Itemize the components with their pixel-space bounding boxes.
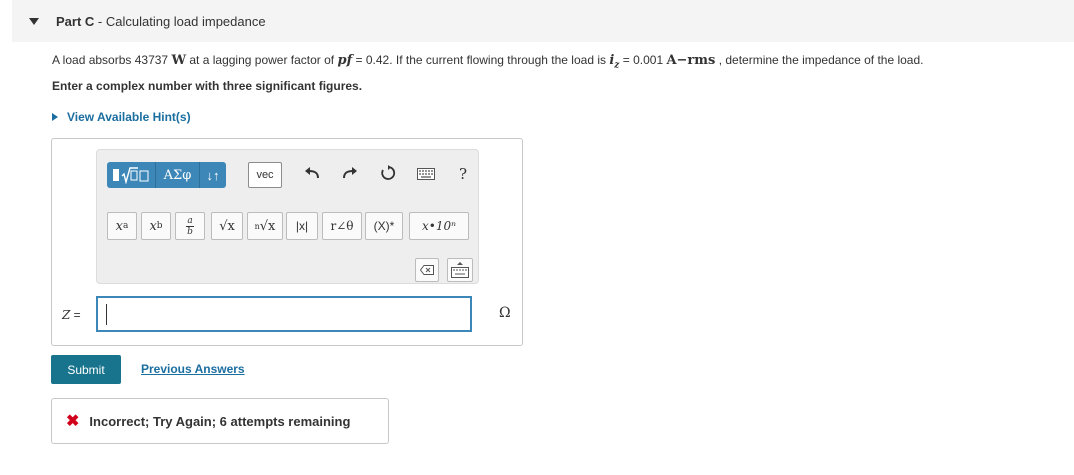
- collapse-triangle-icon[interactable]: [29, 17, 39, 25]
- sqrt-button[interactable]: √x: [211, 212, 243, 240]
- impedance-input[interactable]: [96, 296, 472, 332]
- help-icon[interactable]: ?: [459, 165, 467, 183]
- fraction-denominator: b: [187, 226, 193, 237]
- ohm-unit: Ω: [499, 305, 511, 321]
- answer-box: ΑΣφ ↓↑ vec ? xa xb ab √x n √x |x| r∠θ (X)…: [51, 138, 523, 346]
- part-label: Part C: [56, 13, 95, 29]
- redo-icon[interactable]: [342, 165, 358, 184]
- greek-symbols-button[interactable]: ΑΣφ: [156, 162, 200, 188]
- part-separator: -: [94, 13, 106, 29]
- fraction-button[interactable]: ab: [175, 212, 205, 240]
- undo-icon[interactable]: [304, 165, 320, 184]
- answer-equals: =: [70, 308, 81, 322]
- conjugate-button[interactable]: (X)*: [365, 212, 403, 240]
- previous-answers-link[interactable]: Previous Answers: [141, 362, 245, 376]
- view-hints-link[interactable]: View Available Hint(s): [52, 110, 191, 124]
- hint-label: View Available Hint(s): [67, 110, 191, 124]
- part-title: Part C - Calculating load impedance: [56, 14, 266, 29]
- instruction: Enter a complex number with three signif…: [52, 79, 363, 93]
- nth-root-button[interactable]: n √x: [247, 212, 283, 240]
- problem-text-5: , determine the impedance of the load.: [715, 53, 924, 67]
- scientific-notation-button[interactable]: x•10ⁿ: [409, 212, 469, 240]
- problem-text-3: = 0.42. If the current flowing through t…: [352, 53, 610, 67]
- unit-amps-rms: A−rms: [666, 53, 716, 68]
- text-caret: [106, 304, 107, 325]
- backspace-icon: [420, 265, 434, 275]
- problem-statement: A load absorbs 43737 W at a lagging powe…: [52, 53, 1062, 70]
- power-base: x: [115, 218, 123, 234]
- arrows-button[interactable]: ↓↑: [200, 162, 226, 188]
- part-header[interactable]: Part C - Calculating load impedance: [12, 0, 1074, 42]
- fraction-numerator: a: [187, 215, 193, 226]
- keyboard-toggle-icon: [451, 262, 469, 278]
- expand-triangle-icon: [52, 113, 58, 121]
- incorrect-icon: ✖: [66, 413, 80, 430]
- template-tabs: ΑΣφ ↓↑: [107, 162, 226, 188]
- templates-icon: [113, 167, 149, 184]
- reset-icon[interactable]: [380, 165, 396, 186]
- part-title-text: Calculating load impedance: [105, 13, 266, 29]
- power-factor-variable: pf: [337, 53, 353, 68]
- root-symbol: √x: [259, 218, 276, 234]
- subscript-base: x: [149, 218, 157, 234]
- problem-text-2: at a lagging power factor of: [186, 53, 338, 67]
- subscript-button[interactable]: xb: [141, 212, 171, 240]
- absolute-value-button[interactable]: |x|: [286, 212, 318, 240]
- answer-label: Z =: [62, 308, 81, 322]
- submit-button[interactable]: Submit: [51, 355, 121, 384]
- backspace-button[interactable]: [415, 258, 439, 282]
- unit-watts: W: [171, 53, 187, 68]
- templates-button[interactable]: [107, 162, 156, 188]
- feedback-message: Incorrect; Try Again; 6 attempts remaini…: [89, 413, 351, 429]
- math-palette: ΑΣφ ↓↑ vec ? xa xb ab √x n √x |x| r∠θ (X)…: [96, 149, 479, 284]
- subscript-index: b: [156, 221, 163, 231]
- power-button[interactable]: xa: [107, 212, 137, 240]
- feedback-box: ✖ Incorrect; Try Again; 6 attempts remai…: [51, 398, 389, 444]
- power-exponent: a: [122, 221, 129, 231]
- keyboard-toggle-button[interactable]: [447, 258, 473, 282]
- keyboard-icon[interactable]: [417, 167, 435, 185]
- problem-text-4: = 0.001: [619, 53, 667, 67]
- polar-form-button[interactable]: r∠θ: [322, 212, 362, 240]
- vector-button[interactable]: vec: [248, 162, 282, 188]
- problem-text-1: A load absorbs 43737: [52, 53, 172, 67]
